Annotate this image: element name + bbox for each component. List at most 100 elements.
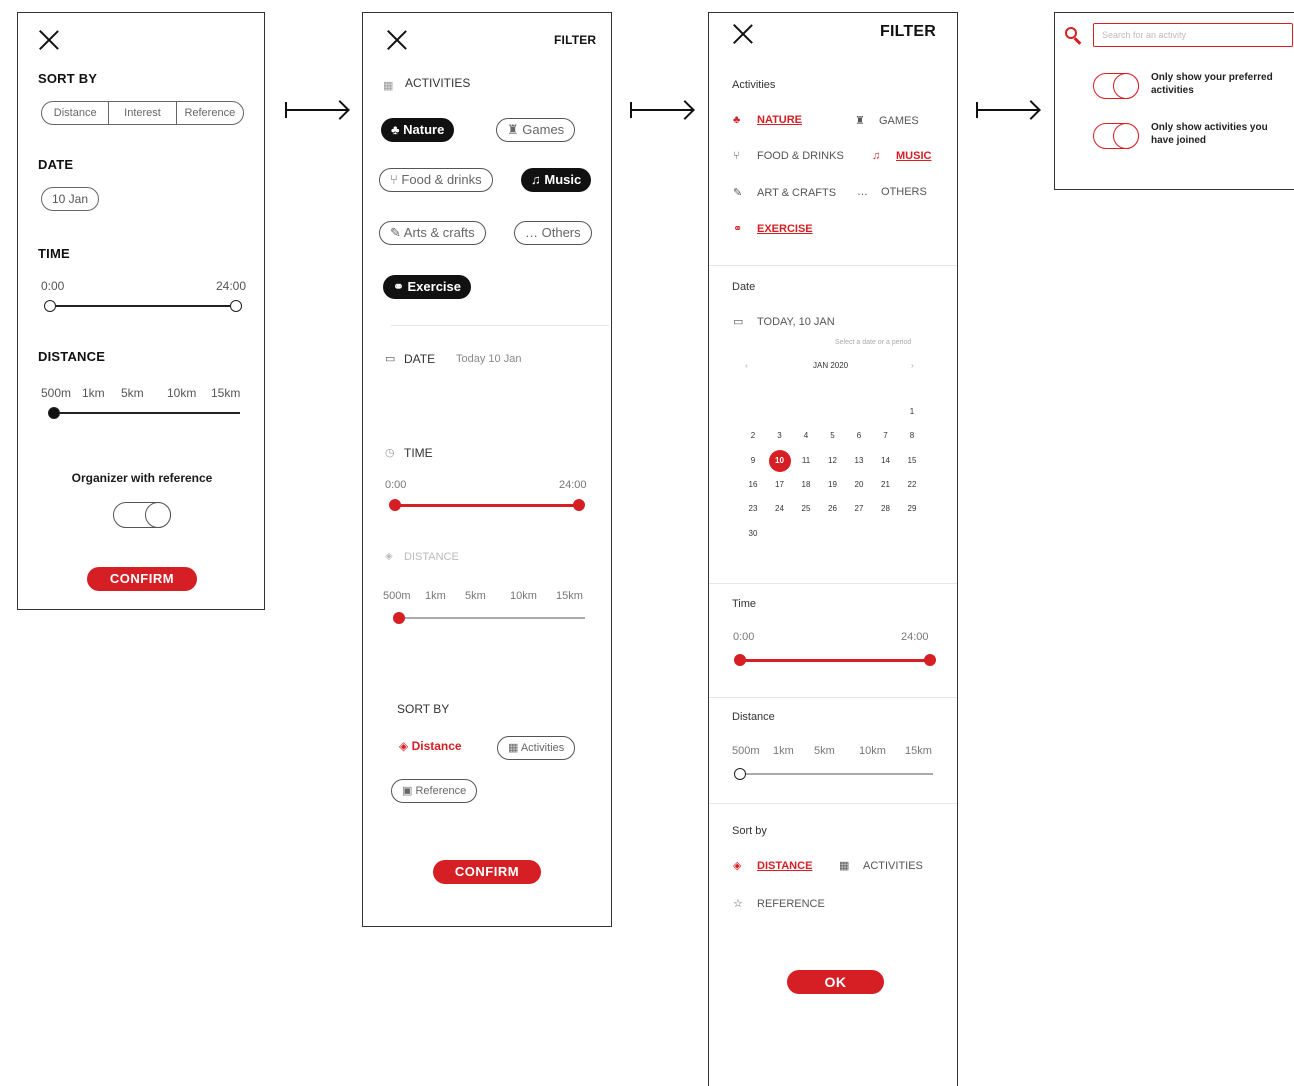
sort-segmented-control[interactable]: Distance Interest Reference xyxy=(41,101,244,125)
chip-music[interactable]: ♫ Music xyxy=(521,168,592,192)
calendar-day[interactable]: 4 xyxy=(796,431,816,440)
chip-nature[interactable]: ♣ Nature xyxy=(381,118,455,142)
category-food-drinks[interactable]: ⑂ FOOD & DRINKS xyxy=(733,150,844,162)
calendar-day[interactable]: 16 xyxy=(743,480,763,489)
chip-food-drinks[interactable]: ⑂ Food & drinks xyxy=(379,168,493,192)
calendar-day[interactable]: 8 xyxy=(902,431,922,440)
search-icon[interactable] xyxy=(1063,25,1083,45)
calendar-day[interactable]: 18 xyxy=(796,480,816,489)
search-input[interactable]: Search for an activity xyxy=(1093,23,1293,47)
calendar-day[interactable]: 5 xyxy=(823,431,843,440)
section-divider xyxy=(709,803,957,804)
calendar-day[interactable]: 29 xyxy=(902,504,922,513)
ok-button[interactable]: OK xyxy=(787,970,884,994)
sort-option-interest[interactable]: Interest xyxy=(109,102,177,124)
calendar-day[interactable]: 28 xyxy=(876,504,896,513)
distance-slider-handle[interactable] xyxy=(393,612,405,624)
distance-slider-track xyxy=(741,773,933,775)
date-chip[interactable]: 10 Jan xyxy=(41,187,99,211)
calendar-day[interactable]: 13 xyxy=(849,456,869,465)
category-arts-crafts[interactable]: ✎ ART & CRAFTS xyxy=(733,186,836,199)
time-slider-start-handle[interactable] xyxy=(734,654,746,666)
calendar-day[interactable]: 20 xyxy=(849,480,869,489)
category-label: ART & CRAFTS xyxy=(757,187,837,199)
time-slider-end-handle[interactable] xyxy=(230,300,242,312)
sort-option-distance[interactable]: Distance xyxy=(42,102,110,124)
close-icon[interactable] xyxy=(732,23,754,45)
date-value[interactable]: Today 10 Jan xyxy=(456,353,521,365)
organizer-reference-toggle[interactable] xyxy=(113,502,171,528)
calendar-day[interactable]: 12 xyxy=(823,456,843,465)
chip-others[interactable]: … Others xyxy=(514,221,592,245)
sort-option-reference[interactable]: Reference xyxy=(177,102,243,124)
time-heading: TIME xyxy=(38,246,70,261)
sort-reference-option[interactable]: ▣ Reference xyxy=(391,779,478,803)
calendar-next-icon[interactable]: › xyxy=(911,361,914,370)
time-slider-start-handle[interactable] xyxy=(389,499,401,511)
bike-icon: ⚭ xyxy=(733,223,743,235)
sort-reference-option[interactable]: ☆ REFERENCE xyxy=(733,897,825,910)
preferred-activities-toggle[interactable] xyxy=(1093,73,1139,99)
activities-grid-icon: ▦ xyxy=(383,80,394,92)
calendar-day[interactable]: 30 xyxy=(743,529,763,538)
pin-icon: ◈ xyxy=(399,739,412,753)
calendar-day[interactable]: 7 xyxy=(876,431,896,440)
distance-tick-10km: 10km xyxy=(167,386,197,400)
chip-arts-crafts[interactable]: ✎ Arts & crafts xyxy=(379,221,486,245)
confirm-button[interactable]: CONFIRM xyxy=(433,860,541,884)
flow-arrow-3 xyxy=(976,100,1041,120)
more-icon: … xyxy=(857,186,868,198)
distance-slider-handle[interactable] xyxy=(48,407,60,419)
chip-exercise[interactable]: ⚭ Exercise xyxy=(383,275,472,299)
confirm-button[interactable]: CONFIRM xyxy=(87,567,197,591)
sort-distance-option[interactable]: ◈ Distance xyxy=(399,739,462,753)
calendar-day[interactable]: 19 xyxy=(823,480,843,489)
calendar-day[interactable]: 6 xyxy=(849,431,869,440)
calendar-day[interactable]: 22 xyxy=(902,480,922,489)
calendar-day[interactable]: 10 xyxy=(770,456,790,465)
category-nature[interactable]: ♣ NATURE xyxy=(733,114,802,126)
sort-activities-label: Activities xyxy=(520,742,565,754)
category-exercise[interactable]: ⚭ EXERCISE xyxy=(733,222,813,235)
calendar-day[interactable]: 27 xyxy=(849,504,869,513)
sort-distance-option[interactable]: ◈ DISTANCE xyxy=(733,859,812,872)
distance-tick-1km: 1km xyxy=(773,745,794,757)
calendar-day[interactable]: 17 xyxy=(770,480,790,489)
calendar-day[interactable]: 9 xyxy=(743,456,763,465)
calendar-day[interactable]: 25 xyxy=(796,504,816,513)
calendar-day[interactable]: 3 xyxy=(770,431,790,440)
calendar-day[interactable]: 14 xyxy=(876,456,896,465)
calendar-day[interactable]: 11 xyxy=(796,456,816,465)
close-icon[interactable] xyxy=(38,29,60,51)
category-games[interactable]: ♜ GAMES xyxy=(855,114,919,127)
calendar-day[interactable]: 21 xyxy=(876,480,896,489)
time-slider-end-handle[interactable] xyxy=(573,499,585,511)
category-label: MUSIC xyxy=(896,150,932,162)
joined-activities-toggle[interactable] xyxy=(1093,123,1139,149)
calendar-day[interactable]: 26 xyxy=(823,504,843,513)
distance-slider-track xyxy=(399,617,585,619)
distance-slider-handle[interactable] xyxy=(734,768,746,780)
time-slider-end-handle[interactable] xyxy=(924,654,936,666)
chip-label: Exercise xyxy=(407,279,462,294)
calendar-day[interactable]: 24 xyxy=(770,504,790,513)
chip-label: Nature xyxy=(403,122,445,137)
calendar-day[interactable]: 23 xyxy=(743,504,763,513)
calendar-day[interactable]: 2 xyxy=(743,431,763,440)
sort-activities-option[interactable]: ▦ Activities xyxy=(497,736,576,760)
category-music[interactable]: ♫ MUSIC xyxy=(872,150,931,162)
sort-activities-option[interactable]: ▦ ACTIVITIES xyxy=(839,859,923,872)
palette-icon: ✎ xyxy=(733,187,743,199)
calendar-icon: ▭ xyxy=(385,353,396,365)
calendar-day[interactable]: 15 xyxy=(902,456,922,465)
grid-icon: ▦ xyxy=(508,742,521,754)
calendar-prev-icon[interactable]: ‹ xyxy=(745,361,748,370)
close-icon[interactable] xyxy=(386,29,408,51)
search-placeholder: Search for an activity xyxy=(1102,30,1187,40)
time-slider-start-handle[interactable] xyxy=(44,300,56,312)
chip-games[interactable]: ♜ Games xyxy=(496,118,576,142)
category-others[interactable]: … OTHERS xyxy=(857,186,927,198)
date-selector[interactable]: ▭ TODAY, 10 JAN xyxy=(733,315,835,328)
sort-by-heading: SORT BY xyxy=(397,702,450,716)
calendar-day[interactable]: 1 xyxy=(902,407,922,416)
